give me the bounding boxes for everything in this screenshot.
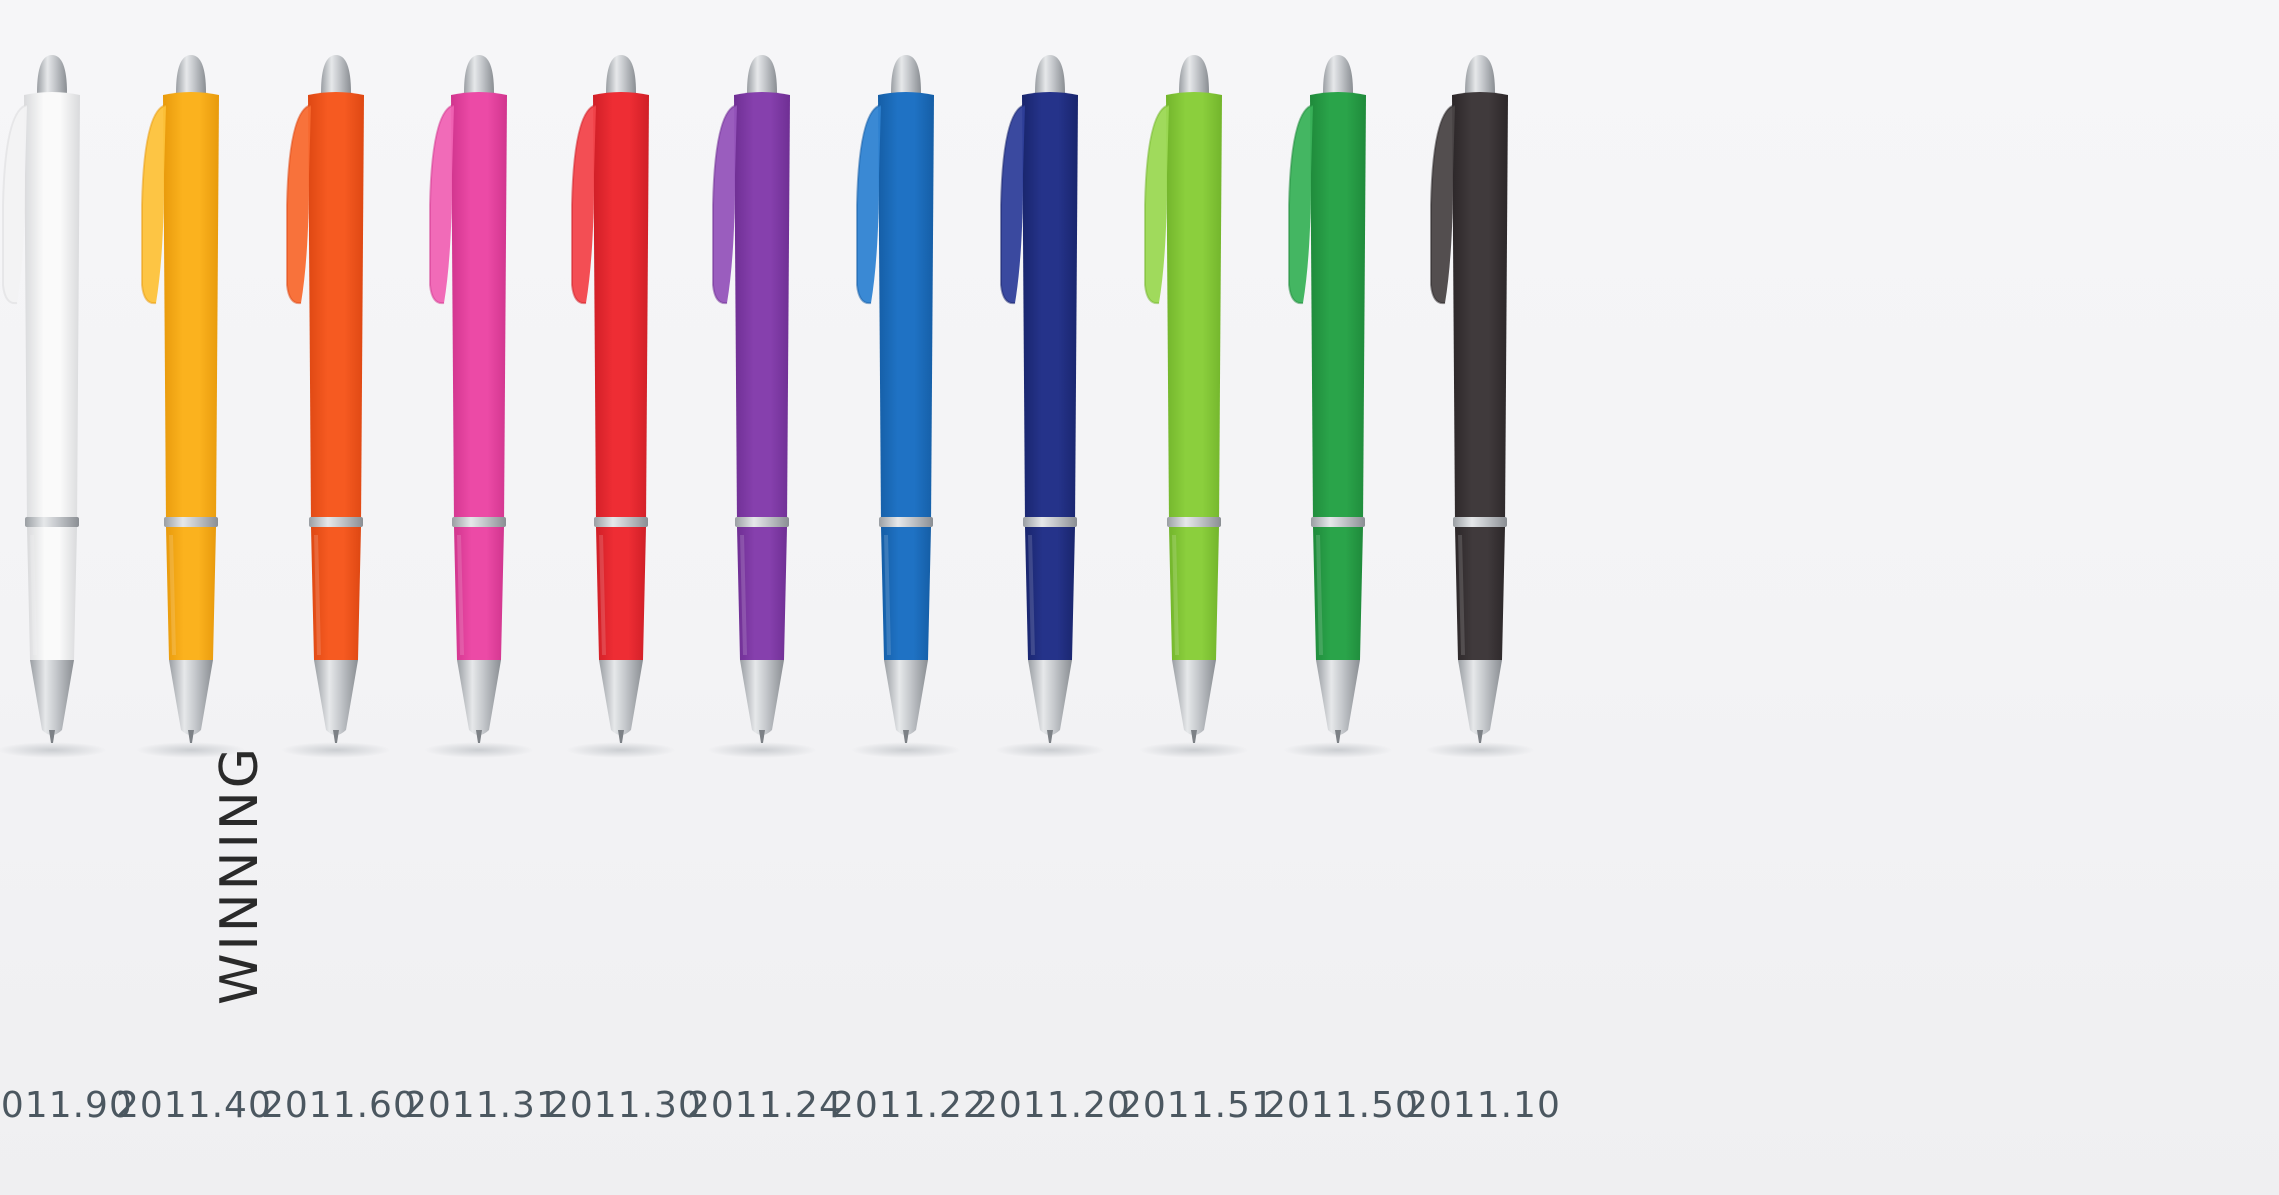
pen-catalog: WINNING 2011.90	[0, 0, 2279, 1195]
pen-illustration	[0, 55, 107, 758]
pen-item: 2011.31	[404, 0, 560, 1195]
pen-item: 2011.22	[831, 0, 987, 1195]
pen-illustration	[281, 55, 391, 758]
pen-illustration	[1283, 55, 1393, 758]
pen-item: 2011.51	[1119, 0, 1275, 1195]
pen-illustration	[1425, 55, 1535, 758]
pen-item: 2011.30	[546, 0, 702, 1195]
product-code: 2011.50	[1263, 1085, 1419, 1126]
pen-illustration	[566, 55, 676, 758]
product-code: 2011.90	[0, 1085, 133, 1126]
product-code: 2011.10	[1405, 1085, 1561, 1126]
pen-item: 2011.90	[0, 0, 133, 1195]
product-code: 2011.51	[1119, 1085, 1275, 1126]
pen-item: 2011.10	[1405, 0, 1561, 1195]
pen-item: 2011.50	[1263, 0, 1419, 1195]
pen-item: 2011.60	[261, 0, 417, 1195]
pen-illustration	[1139, 55, 1249, 758]
pen-item: 2011.20	[975, 0, 1131, 1195]
product-code: 2011.60	[261, 1085, 417, 1126]
pen-illustration	[424, 55, 534, 758]
pen-illustration	[136, 55, 246, 758]
pen-item: 2011.24	[687, 0, 843, 1195]
product-code: 2011.40	[116, 1085, 272, 1126]
pen-illustration	[995, 55, 1105, 758]
product-code: 2011.24	[687, 1085, 843, 1126]
pen-illustration	[707, 55, 817, 758]
pen-illustration	[851, 55, 961, 758]
product-code: 2011.31	[404, 1085, 560, 1126]
product-code: 2011.30	[546, 1085, 702, 1126]
product-code: 2011.20	[975, 1085, 1131, 1126]
product-code: 2011.22	[831, 1085, 987, 1126]
pen-item: 2011.40	[116, 0, 272, 1195]
